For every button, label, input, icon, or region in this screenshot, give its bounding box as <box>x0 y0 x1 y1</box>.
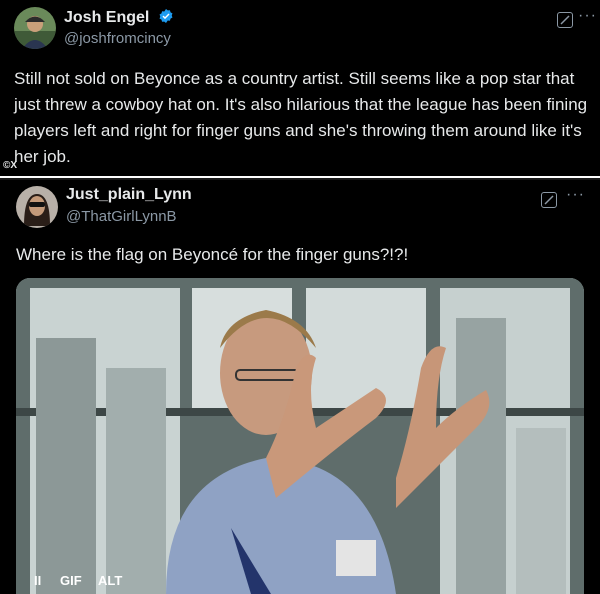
display-name[interactable]: Josh Engel <box>64 8 174 27</box>
gif-frame-image <box>16 278 584 594</box>
handle[interactable]: @ThatGirlLynnB <box>66 208 177 225</box>
media-controls: II GIF ALT <box>16 566 156 594</box>
gif-media[interactable]: II GIF ALT <box>16 278 584 594</box>
more-icon[interactable]: ··· <box>578 7 597 25</box>
tweet-just-plain-lynn: Just_plain_Lynn @ThatGirlLynnB ··· Where… <box>0 178 600 594</box>
avatar[interactable] <box>16 186 58 228</box>
verified-badge-icon <box>159 9 173 23</box>
handle[interactable]: @joshfromcincy <box>64 30 171 47</box>
display-name[interactable]: Just_plain_Lynn <box>66 186 192 204</box>
more-icon[interactable]: ··· <box>566 186 585 204</box>
tweet-josh-engel: Josh Engel @joshfromcincy ··· Still not … <box>0 0 600 176</box>
display-name-text: Josh Engel <box>64 9 150 26</box>
grok-icon[interactable] <box>541 192 557 208</box>
tweet-text: Still not sold on Beyonce as a country a… <box>14 69 588 166</box>
gif-label: GIF <box>60 573 82 588</box>
avatar[interactable] <box>14 7 56 49</box>
pause-button[interactable]: II <box>34 573 41 588</box>
watermark-credit: ©X <box>3 160 18 171</box>
alt-button[interactable]: ALT <box>98 573 122 588</box>
tweet-text: Where is the flag on Beyoncé for the fin… <box>16 245 409 264</box>
grok-icon[interactable] <box>557 12 573 28</box>
